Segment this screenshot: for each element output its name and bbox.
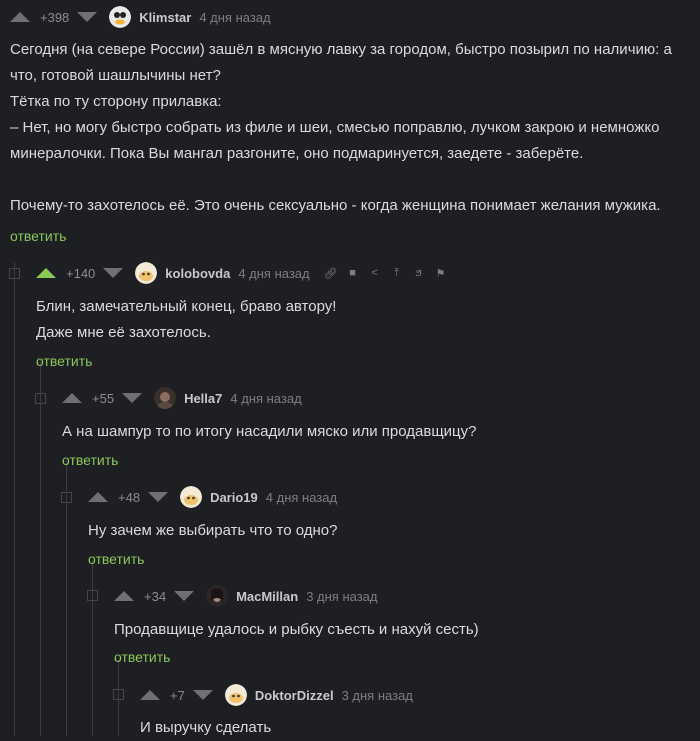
upvote-button[interactable]: [88, 492, 108, 502]
reply-branch-icon[interactable]: ϧ: [408, 267, 430, 279]
downvote-button[interactable]: [103, 268, 124, 278]
comment-line: минералочки. Пока Вы мангал разгоните, о…: [10, 145, 584, 162]
avatar[interactable]: [109, 6, 132, 28]
comment-body: А на шампур то по итогу насадили мяско и…: [62, 419, 476, 445]
collapse-toggle[interactable]: [87, 590, 98, 601]
rating: +398: [40, 9, 70, 25]
rating: +140: [66, 265, 96, 281]
comment-date: 4 дня назад: [230, 390, 302, 406]
comment-header: +7 DoktorDizzel 3 дня назад: [140, 684, 413, 706]
comment-line: [10, 167, 695, 193]
comment-body: Ну зачем же выбирать что то одно?: [88, 518, 337, 544]
comment-date: 3 дня назад: [341, 687, 413, 703]
comment-body: Продавщице удалось и рыбку съесть и наху…: [114, 617, 479, 643]
comment-header: +48 Dario19 4 дня назад: [88, 486, 337, 508]
upvote-button[interactable]: [62, 393, 82, 403]
comment-line: Тётка по ту сторону прилавка:: [10, 93, 222, 110]
comment-header: +34 MacMillan 3 дня назад: [114, 585, 377, 607]
avatar[interactable]: [135, 262, 158, 284]
comment-header: +398 Klimstar 4 дня назад: [10, 6, 271, 28]
pin-icon[interactable]: ⤒: [386, 267, 408, 280]
reply-link[interactable]: ответить: [10, 228, 66, 244]
username[interactable]: Klimstar: [139, 10, 191, 25]
comment-date: 4 дня назад: [265, 489, 338, 505]
downvote-button[interactable]: [174, 591, 195, 601]
save-icon[interactable]: ■: [342, 267, 364, 279]
upvote-button[interactable]: [140, 690, 160, 700]
collapse-toggle[interactable]: [9, 268, 20, 279]
avatar[interactable]: [224, 684, 247, 706]
report-flag-icon[interactable]: ⚑: [430, 267, 452, 280]
thread-branch-line[interactable]: [92, 560, 93, 736]
comment-body: Блин, замечательный конец, браво автору!…: [36, 294, 336, 346]
username[interactable]: Hella7: [184, 391, 222, 406]
comment-date: 4 дня назад: [199, 9, 271, 25]
comment-tools: 🔗︎ ■ < ⤒ ϧ ⚑: [320, 267, 452, 280]
upvote-button[interactable]: [10, 12, 30, 22]
comment-line: – Нет, но могу быстро собрать из филе и …: [10, 119, 660, 136]
reply-link[interactable]: ответить: [36, 353, 92, 369]
reply-link[interactable]: ответить: [62, 452, 118, 468]
collapse-toggle[interactable]: [61, 492, 72, 503]
avatar[interactable]: [180, 486, 203, 508]
comment-line: А на шампур то по итогу насадили мяско и…: [62, 423, 477, 440]
upvote-button[interactable]: [114, 591, 134, 601]
comment-line: Блин, замечательный конец, браво автору!: [36, 298, 337, 315]
collapse-toggle[interactable]: [35, 393, 46, 404]
rating: +7: [170, 687, 185, 703]
downvote-button[interactable]: [122, 393, 143, 403]
downvote-button[interactable]: [148, 492, 169, 502]
rating: +55: [92, 390, 115, 406]
upvote-button[interactable]: [36, 268, 56, 278]
rating: +48: [118, 489, 141, 505]
comment-line: Продавщице удалось и рыбку съесть и наху…: [114, 621, 479, 638]
comment-date: 4 дня назад: [238, 265, 310, 281]
collapse-toggle[interactable]: [113, 689, 124, 700]
comment-header: +140 kolobovda 4 дня назад 🔗︎ ■ < ⤒ ϧ ⚑: [36, 262, 452, 284]
comment-line: Сегодня (на севере России) зашёл в мясну…: [10, 41, 672, 58]
comment-line: Почему-то захотелось её. Это очень сексу…: [10, 197, 661, 214]
reply-link[interactable]: ответить: [88, 551, 144, 567]
reply-link[interactable]: ответить: [114, 649, 170, 665]
comment-line: что, готовой шашлычины нет?: [10, 67, 221, 84]
avatar[interactable]: [154, 387, 177, 409]
avatar[interactable]: [206, 585, 229, 607]
username[interactable]: MacMillan: [236, 589, 298, 604]
username[interactable]: Dario19: [210, 490, 258, 505]
comment-line: И выручку сделать: [140, 719, 272, 736]
comment-header: +55 Hella7 4 дня назад: [62, 387, 302, 409]
username[interactable]: DoktorDizzel: [255, 688, 334, 703]
share-icon[interactable]: <: [364, 267, 386, 279]
comment-body: Сегодня (на севере России) зашёл в мясну…: [10, 37, 695, 219]
thread-branch-line[interactable]: [14, 262, 15, 736]
rating: +34: [144, 588, 167, 604]
link-icon[interactable]: 🔗︎: [320, 267, 342, 280]
comment-line: Даже мне её захотелось.: [36, 324, 211, 341]
downvote-button[interactable]: [77, 12, 98, 22]
thread-branch-line[interactable]: [40, 360, 41, 736]
comment-line: Ну зачем же выбирать что то одно?: [88, 522, 338, 539]
downvote-button[interactable]: [192, 690, 213, 700]
comment-date: 3 дня назад: [306, 588, 378, 604]
comment-body: И выручку сделать: [140, 715, 271, 741]
username[interactable]: kolobovda: [165, 266, 230, 281]
